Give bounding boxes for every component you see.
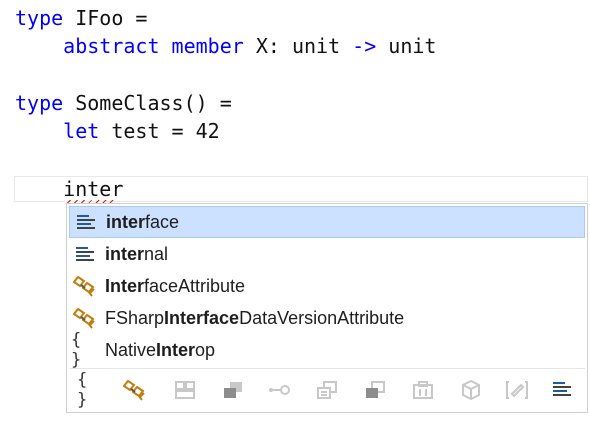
completion-item-interfaceattribute[interactable]: InterfaceAttribute <box>69 270 585 302</box>
completion-item-fsharpinterfacedataversionattribute[interactable]: FSharpInterfaceDataVersionAttribute <box>69 302 585 334</box>
event-filter-icon[interactable] <box>409 377 437 403</box>
completion-label: interface <box>106 211 180 232</box>
code-line-4: type SomeClass() = <box>15 90 232 116</box>
code-line-7[interactable]: inter <box>15 176 123 202</box>
completion-label: InterfaceAttribute <box>105 275 246 296</box>
completion-filter-bar: { } <box>69 368 585 411</box>
interface-filter-icon[interactable] <box>265 377 293 403</box>
completion-label: NativeInterop <box>105 339 216 360</box>
keyword-token: abstract <box>63 34 160 58</box>
completion-item-internal[interactable]: internal <box>69 238 585 270</box>
keyword-filter-icon[interactable] <box>549 377 577 403</box>
structure-filter-icon[interactable] <box>171 377 199 403</box>
code-text: unit <box>376 34 437 58</box>
completion-label: FSharpInterfaceDataVersionAttribute <box>105 307 405 328</box>
namespace-filter-icon[interactable]: { } <box>77 370 105 410</box>
property-filter-icon[interactable] <box>503 377 531 403</box>
code-text: IFoo = <box>63 6 148 30</box>
completion-item-interface[interactable]: interface <box>69 206 585 238</box>
code-text: X: unit <box>243 34 353 58</box>
method-filter-icon[interactable] <box>457 377 485 403</box>
code-line-2: abstract member X: unit -> unit <box>15 33 436 59</box>
keyword-token: type <box>15 91 64 115</box>
code-line-5: let test = 42 <box>15 118 220 144</box>
arrow-token: -> <box>352 34 377 58</box>
keyword-token: member <box>171 34 244 58</box>
module-filter-icon[interactable] <box>219 377 247 403</box>
delegate-filter-icon[interactable] <box>361 377 389 403</box>
completion-label: internal <box>105 243 169 264</box>
completion-item-nativeinterop[interactable]: { } NativeInterop <box>69 330 585 370</box>
keyword-icon <box>72 210 100 234</box>
keyword-token: let <box>63 119 100 143</box>
enum-filter-icon[interactable] <box>313 377 341 403</box>
code-text: SomeClass() = <box>63 91 232 115</box>
code-text: test = 42 <box>99 119 220 143</box>
namespace-icon: { } <box>71 330 82 370</box>
code-line-1: type IFoo = <box>15 5 147 31</box>
keyword-token: type <box>15 6 64 30</box>
class-filter-icon[interactable] <box>121 377 149 403</box>
completion-list[interactable]: interface internal InterfaceAttribute FS… <box>66 203 588 413</box>
class-icon <box>71 306 99 330</box>
typed-text[interactable]: inter <box>63 177 123 201</box>
class-icon <box>71 274 99 298</box>
keyword-icon <box>71 242 99 266</box>
